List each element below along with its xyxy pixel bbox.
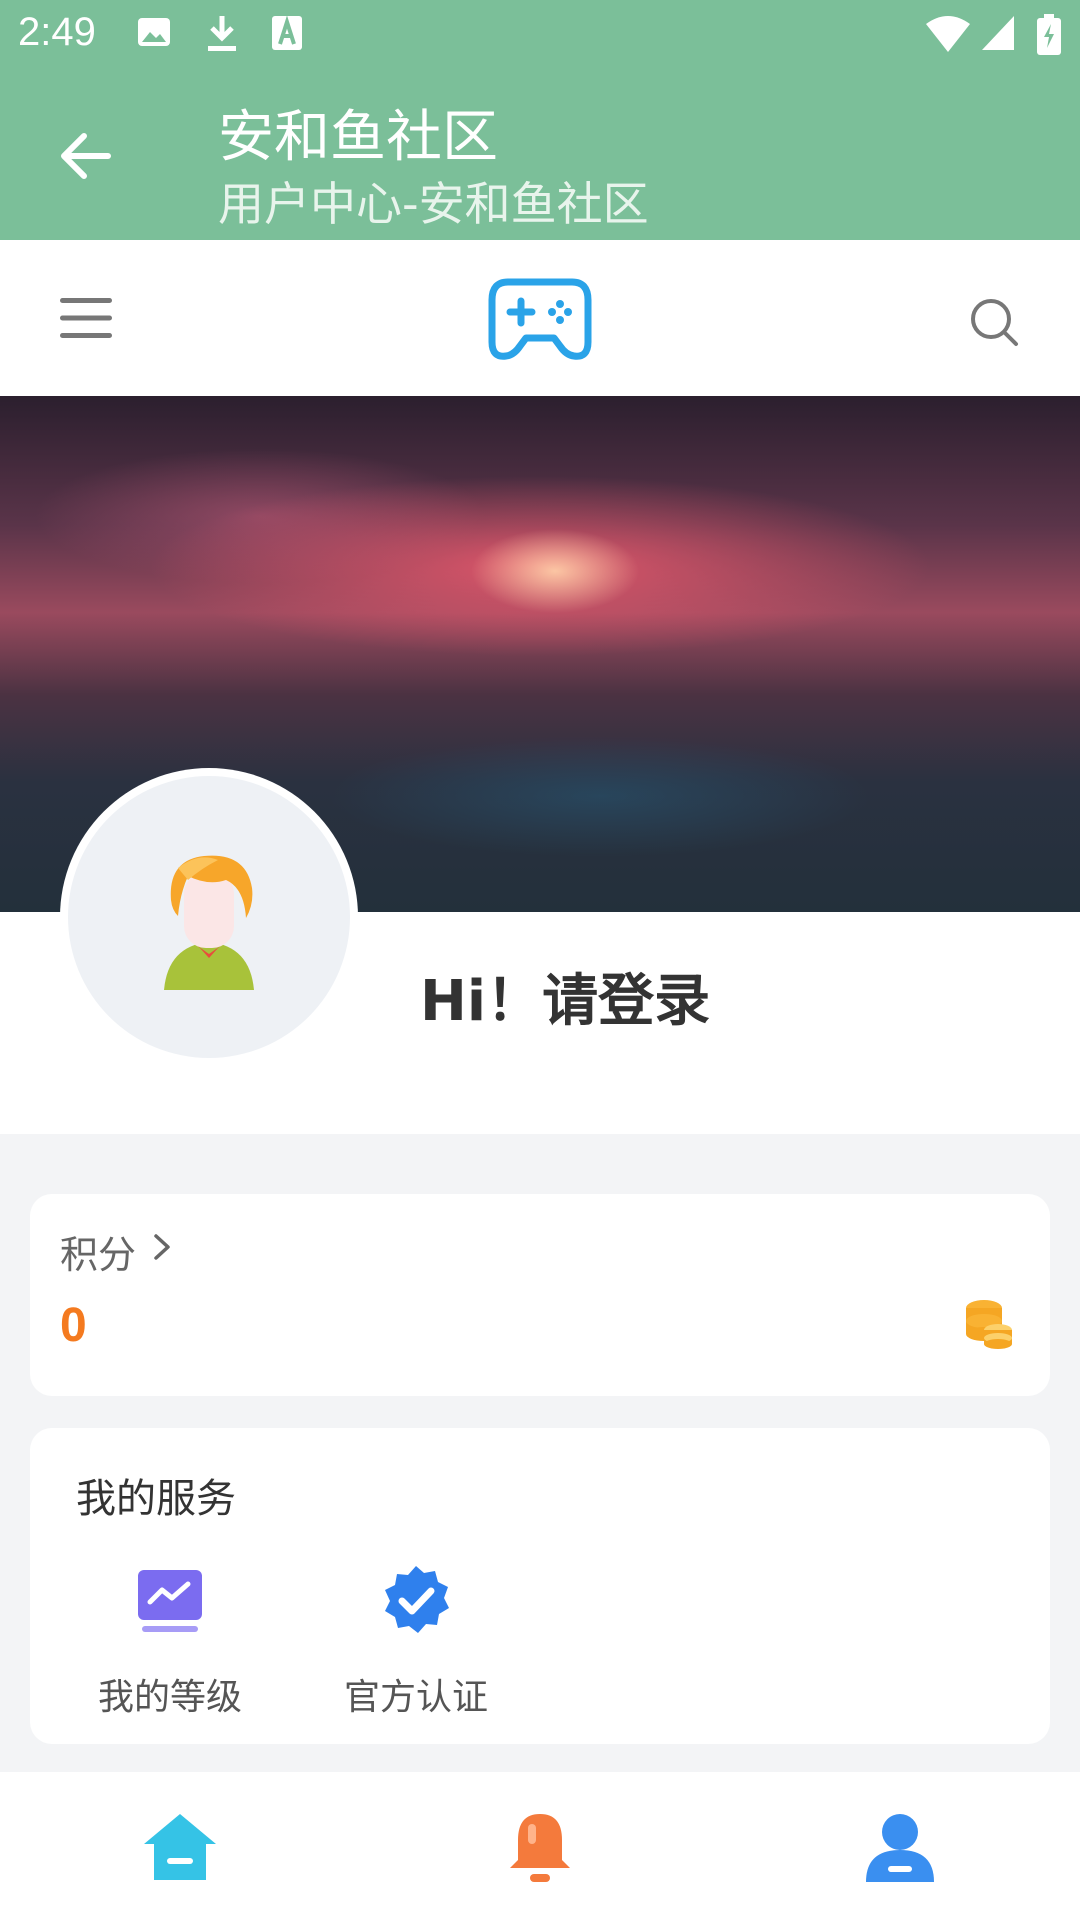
points-value: 0 — [60, 1299, 87, 1352]
verified-badge-icon — [385, 1566, 449, 1633]
services-card: 我的服务 我的等级 官方认证 — [30, 1428, 1050, 1744]
back-arrow-icon[interactable] — [56, 126, 116, 186]
points-card[interactable]: 积分 0 — [30, 1194, 1050, 1396]
points-label: 积分 — [60, 1233, 137, 1277]
default-user-avatar-icon — [164, 855, 254, 990]
app-title: 安和鱼社区 — [218, 105, 498, 170]
service-item-level[interactable]: 我的等级 — [70, 1564, 270, 1720]
gamepad-logo-icon[interactable] — [486, 276, 594, 362]
search-icon[interactable] — [968, 296, 1020, 348]
home-icon[interactable] — [140, 1808, 220, 1888]
login-greeting[interactable]: Hi！请登录 — [420, 956, 710, 1037]
app-subtitle: 用户中心-安和鱼社区 — [218, 177, 649, 231]
bottom-tab-bar — [0, 1772, 1080, 1920]
user-icon[interactable] — [860, 1808, 940, 1888]
service-item-certification[interactable]: 官方认证 — [316, 1564, 516, 1720]
top-nav — [0, 240, 1080, 396]
status-bar: 2:49 — [0, 0, 1080, 72]
menu-icon[interactable] — [58, 294, 114, 342]
image-icon — [138, 18, 170, 46]
signal-icon — [982, 16, 1014, 50]
avatar-inner — [68, 776, 350, 1058]
bell-icon[interactable] — [500, 1808, 580, 1888]
download-icon — [208, 16, 236, 51]
coins-icon — [966, 1300, 1012, 1349]
app-bar: 安和鱼社区 用户中心-安和鱼社区 — [0, 72, 1080, 240]
a-font-icon — [272, 15, 302, 50]
level-chart-icon — [138, 1570, 202, 1632]
services-title: 我的服务 — [76, 1476, 236, 1522]
battery-charging-icon — [1037, 14, 1061, 55]
chevron-right-icon — [154, 1234, 170, 1260]
service-label-certification: 官方认证 — [343, 1677, 488, 1718]
service-label-level: 我的等级 — [97, 1677, 242, 1718]
status-time: 2:49 — [18, 10, 96, 54]
avatar[interactable] — [60, 768, 358, 1066]
wifi-icon — [926, 16, 970, 52]
